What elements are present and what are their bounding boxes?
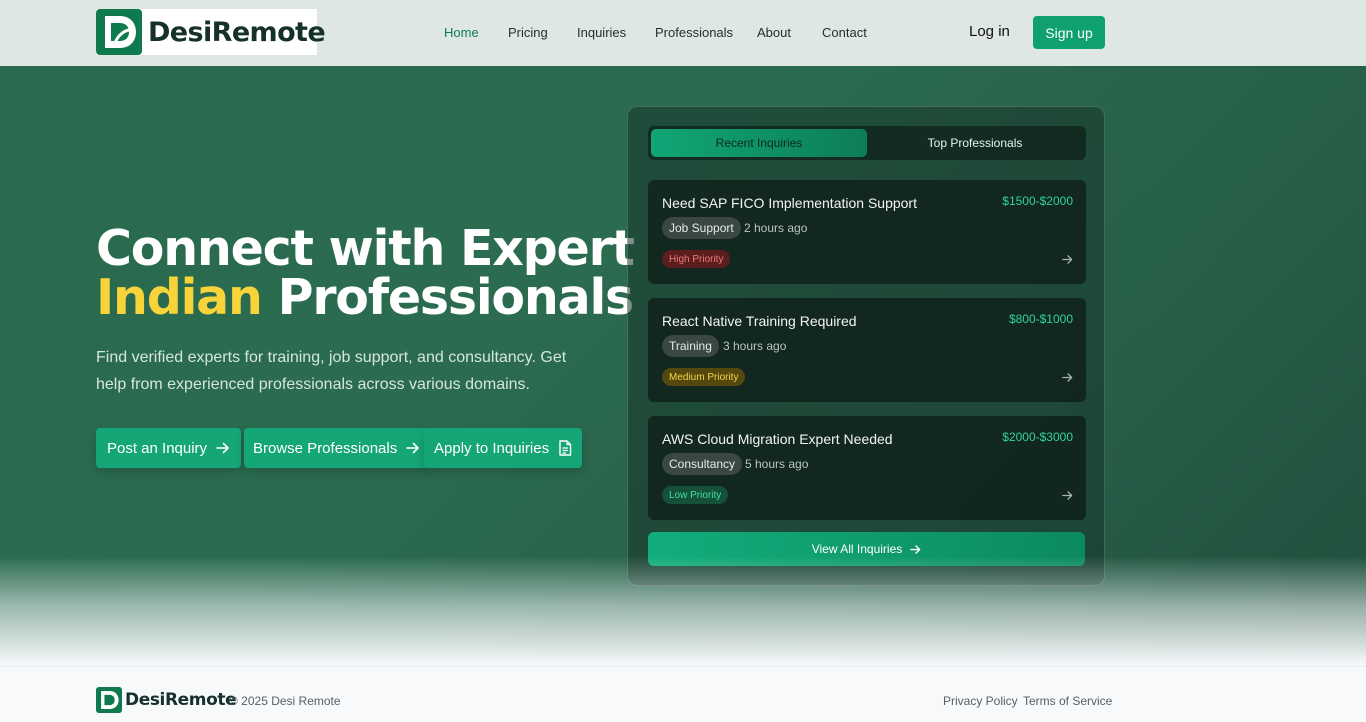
arrow-right-icon	[1062, 373, 1073, 382]
priority-badge: Low Priority	[662, 486, 729, 504]
nav-about[interactable]: About	[757, 25, 791, 40]
view-all-label: View All Inquiries	[811, 542, 903, 556]
terms-of-service-link[interactable]: Terms of Service	[1023, 694, 1112, 708]
browse-professionals-label: Browse Professionals	[253, 439, 398, 457]
headline-line-1: Connect with Expert	[96, 220, 635, 277]
priority-badge: Medium Priority	[662, 368, 746, 386]
nav-inquiries[interactable]: Inquiries	[577, 25, 626, 40]
nav-pricing[interactable]: Pricing	[508, 25, 548, 40]
tab-recent-inquiries[interactable]: Recent Inquiries	[651, 129, 867, 157]
tab-top-professionals[interactable]: Top Professionals	[867, 129, 1083, 157]
headline-line-2: Indian Professionals	[96, 273, 634, 322]
inquiry-type-badge: Training	[662, 335, 719, 357]
priority-badge: High Priority	[662, 250, 731, 268]
site-footer: DesiRemote © 2025 Desi Remote Privacy Po…	[0, 666, 1366, 722]
inquiry-card[interactable]: React Native Training Required $800-$100…	[648, 298, 1086, 402]
arrow-right-icon	[1062, 491, 1073, 500]
copyright-text: © 2025 Desi Remote	[229, 694, 341, 708]
hero-section: Connect with Expert Indian Professionals…	[0, 66, 1366, 666]
logo-mark-icon	[96, 687, 122, 713]
apply-to-inquiries-button[interactable]: Apply to Inquiries	[424, 428, 583, 468]
inquiry-type-badge: Job Support	[662, 217, 741, 239]
apply-to-inquiries-label: Apply to Inquiries	[434, 439, 550, 457]
brand-name: DesiRemote	[148, 16, 326, 48]
inquiry-price: $2000-$3000	[1002, 430, 1073, 444]
arrow-right-icon	[1062, 255, 1073, 264]
inquiry-price: $1500-$2000	[1002, 194, 1073, 208]
post-inquiry-label: Post an Inquiry	[107, 439, 208, 457]
footer-logo[interactable]: DesiRemote	[96, 687, 237, 713]
hero-bottom-fade	[0, 556, 1366, 666]
panel-tabs: Recent Inquiries Top Professionals	[648, 126, 1086, 160]
inquiry-card[interactable]: Need SAP FICO Implementation Support $15…	[648, 180, 1086, 284]
brand-logo[interactable]: DesiRemote	[96, 9, 326, 55]
inquiry-type-badge: Consultancy	[662, 453, 743, 475]
inquiry-price: $800-$1000	[1008, 312, 1073, 326]
inquiry-title: React Native Training Required	[662, 313, 857, 329]
document-icon	[559, 440, 572, 456]
inquiries-panel: Recent Inquiries Top Professionals Need …	[627, 106, 1105, 586]
nav-home[interactable]: Home	[444, 25, 479, 40]
privacy-policy-link[interactable]: Privacy Policy	[943, 694, 1018, 708]
arrow-right-icon	[216, 442, 229, 454]
footer-brand-name: DesiRemote	[125, 690, 237, 710]
inquiry-title: AWS Cloud Migration Expert Needed	[662, 431, 893, 447]
inquiry-time: 5 hours ago	[745, 457, 809, 471]
browse-professionals-button[interactable]: Browse Professionals	[244, 428, 430, 468]
inquiry-time: 3 hours ago	[723, 339, 787, 353]
inquiry-time: 2 hours ago	[744, 221, 808, 235]
inquiry-card[interactable]: AWS Cloud Migration Expert Needed $2000-…	[648, 416, 1086, 520]
arrow-right-icon	[406, 442, 420, 454]
nav-contact[interactable]: Contact	[822, 25, 867, 40]
hero-headline: Connect with Expert Indian Professionals	[96, 220, 635, 322]
arrow-right-icon	[910, 544, 921, 554]
site-header: DesiRemote Home Pricing Inquiries Profes…	[0, 0, 1366, 66]
post-inquiry-button[interactable]: Post an Inquiry	[96, 428, 242, 468]
logo-mark-icon	[96, 9, 142, 55]
headline-rest: Professionals	[277, 269, 635, 326]
nav-professionals[interactable]: Professionals	[655, 25, 733, 40]
hero-subtext: Find verified experts for training, job …	[96, 349, 567, 393]
headline-highlight: Indian	[96, 269, 263, 326]
signup-button[interactable]: Sign up	[1033, 16, 1105, 49]
inquiry-title: Need SAP FICO Implementation Support	[662, 195, 917, 211]
login-link[interactable]: Log in	[969, 23, 1010, 40]
